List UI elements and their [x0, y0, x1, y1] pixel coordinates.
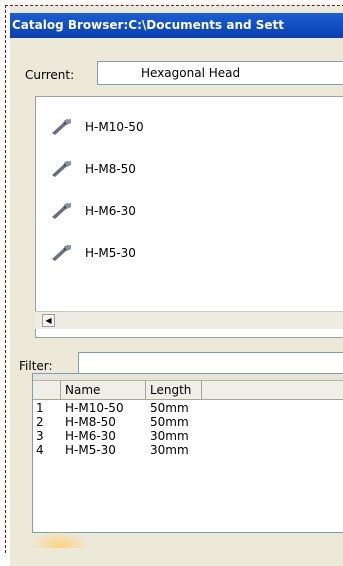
column-header-name[interactable]: Name — [61, 381, 146, 399]
cell-length: 50mm — [150, 415, 189, 429]
catalog-item[interactable]: H-M10-50 — [50, 115, 144, 139]
catalog-item-label: H-M5-30 — [85, 246, 136, 260]
catalog-item[interactable]: H-M8-50 — [50, 157, 136, 181]
row-index: 1 — [36, 401, 44, 415]
catalog-item-label: H-M10-50 — [85, 120, 144, 134]
cell-length: 30mm — [150, 429, 189, 443]
current-label: Current: — [25, 68, 75, 82]
filter-label: Filter: — [19, 359, 53, 373]
table-toolbar-strip — [33, 374, 343, 381]
row-index: 2 — [36, 415, 44, 429]
row-index: 3 — [36, 429, 44, 443]
filter-input[interactable] — [78, 352, 343, 374]
catalog-item-label: H-M8-50 — [85, 162, 136, 176]
bolt-icon — [52, 161, 71, 177]
left-arrow-icon: ◀ — [45, 315, 52, 325]
current-field[interactable]: Hexagonal Head — [97, 61, 343, 85]
cell-name: H-M5-30 — [65, 443, 116, 457]
bolt-icon — [52, 203, 71, 219]
table-row[interactable]: 1 H-M10-50 50mm — [33, 401, 343, 415]
table-row[interactable]: 4 H-M5-30 30mm — [33, 443, 343, 457]
window-title: Catalog Browser:C:\Documents and Sett — [10, 13, 343, 38]
catalog-item[interactable]: H-M6-30 — [50, 199, 136, 223]
cell-length: 30mm — [150, 443, 189, 457]
cell-name: H-M6-30 — [65, 429, 116, 443]
catalog-table: Name Length 1 H-M10-50 50mm 2 H-M8-50 50… — [32, 373, 343, 533]
bolt-icon — [52, 119, 71, 135]
row-number-header[interactable] — [33, 381, 61, 399]
cell-name: H-M10-50 — [65, 401, 124, 415]
row-index: 4 — [36, 443, 44, 457]
catalog-browser-window: Catalog Browser:C:\Documents and Sett Cu… — [10, 6, 343, 566]
catalog-icon-view[interactable]: H-M10-50 H-M8-50 H-M6-30 H-M5-30 — [35, 96, 343, 338]
table-row[interactable]: 2 H-M8-50 50mm — [33, 415, 343, 429]
table-row[interactable]: 3 H-M6-30 30mm — [33, 429, 343, 443]
horizontal-scrollbar[interactable]: ◀ — [35, 311, 343, 329]
column-header-length[interactable]: Length — [146, 381, 202, 399]
cell-length: 50mm — [150, 401, 189, 415]
scroll-left-button[interactable]: ◀ — [42, 314, 55, 327]
table-header: Name Length — [33, 381, 343, 400]
bolt-icon — [52, 245, 71, 261]
catalog-item-label: H-M6-30 — [85, 204, 136, 218]
cell-name: H-M8-50 — [65, 415, 116, 429]
decorative-glow — [30, 530, 90, 548]
catalog-item[interactable]: H-M5-30 — [50, 241, 136, 265]
